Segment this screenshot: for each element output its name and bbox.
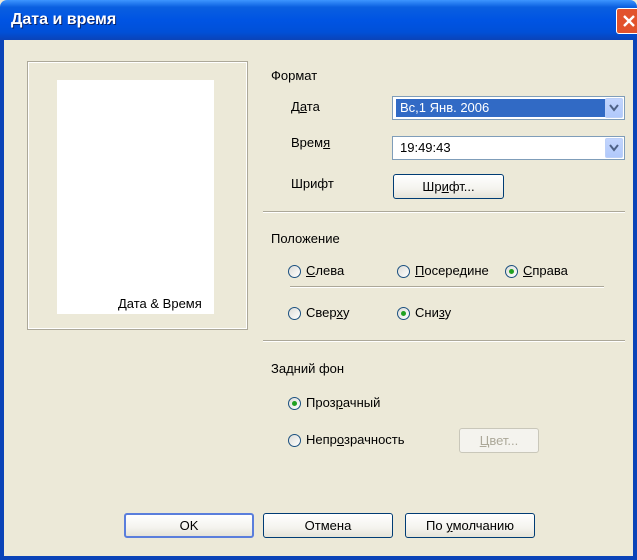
position-right-label[interactable]: Справа — [523, 263, 568, 278]
date-format-select[interactable]: Вс,1 Янв. 2006 — [392, 96, 625, 120]
date-dropdown-button[interactable] — [605, 98, 623, 118]
preview-page — [57, 80, 214, 314]
font-label: Шрифт — [291, 176, 334, 191]
background-opaque-radio[interactable] — [288, 434, 301, 447]
separator — [263, 340, 625, 342]
cancel-button[interactable]: Отмена — [263, 513, 393, 538]
chevron-down-icon — [609, 104, 619, 112]
background-opaque-label[interactable]: Непрозрачность — [306, 432, 405, 447]
window-title: Дата и время — [11, 11, 117, 28]
separator — [263, 211, 625, 213]
color-button[interactable]: Цвет... — [459, 428, 539, 453]
window-frame-bottom — [0, 556, 637, 560]
time-label: Время — [291, 135, 331, 150]
font-button[interactable]: Шрифт... — [393, 174, 504, 199]
position-center-radio[interactable] — [397, 265, 410, 278]
format-heading: Формат — [271, 68, 318, 83]
background-transparent-radio[interactable] — [288, 397, 301, 410]
close-icon — [623, 15, 635, 27]
background-heading: Задний фон — [271, 361, 345, 376]
window-frame-right — [633, 40, 637, 560]
position-heading: Положение — [271, 231, 340, 246]
position-top-label[interactable]: Сверху — [306, 305, 349, 320]
preview-text: Дата & Время — [118, 296, 202, 311]
position-left-label[interactable]: Слева — [306, 263, 344, 278]
title-bar[interactable]: Дата и время — [0, 0, 637, 40]
position-right-radio[interactable] — [505, 265, 518, 278]
time-dropdown-button[interactable] — [605, 138, 623, 158]
position-center-label[interactable]: Посередине — [415, 263, 489, 278]
separator — [290, 286, 604, 288]
ok-button[interactable]: OK — [124, 513, 254, 538]
time-format-select[interactable]: 19:49:43 — [392, 136, 625, 160]
date-label: Дата — [291, 99, 320, 114]
position-bottom-label[interactable]: Снизу — [415, 305, 451, 320]
background-transparent-label[interactable]: Прозрачный — [306, 395, 380, 410]
time-format-value: 19:49:43 — [400, 140, 451, 155]
position-left-radio[interactable] — [288, 265, 301, 278]
date-format-value: Вс,1 Янв. 2006 — [396, 99, 609, 117]
position-bottom-radio[interactable] — [397, 307, 410, 320]
chevron-down-icon — [609, 144, 619, 152]
default-button[interactable]: По умолчанию — [405, 513, 535, 538]
close-button[interactable] — [616, 8, 637, 34]
window-frame-left — [0, 40, 4, 560]
position-top-radio[interactable] — [288, 307, 301, 320]
